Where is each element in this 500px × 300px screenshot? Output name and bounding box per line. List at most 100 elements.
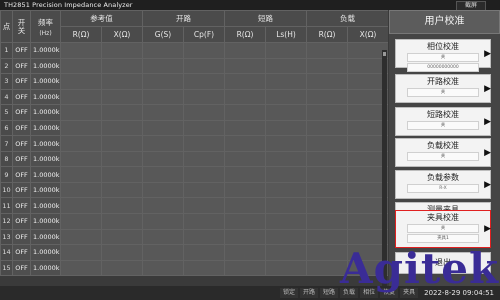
row-value-cell[interactable] xyxy=(60,104,102,121)
row-value-cell[interactable] xyxy=(265,57,307,75)
row-value-cell[interactable] xyxy=(101,197,143,215)
row-value-cell[interactable] xyxy=(265,42,307,59)
table-row[interactable]: 8 OFF 1.0000k xyxy=(0,150,388,168)
row-value-cell[interactable] xyxy=(265,197,307,215)
row-value-cell[interactable] xyxy=(142,73,184,90)
row-value-cell[interactable] xyxy=(224,181,266,199)
row-frequency[interactable]: 1.0000k xyxy=(30,181,61,199)
row-index[interactable]: 1 xyxy=(0,42,13,59)
row-switch[interactable]: OFF xyxy=(12,197,31,215)
row-value-cell[interactable] xyxy=(101,73,143,90)
row-frequency[interactable]: 1.0000k xyxy=(30,213,61,230)
row-value-cell[interactable] xyxy=(224,228,266,246)
phase-calibration-button[interactable]: 相位校准 关 00000000000 ▶ xyxy=(395,39,491,72)
status-short[interactable]: 短路 xyxy=(320,288,339,298)
row-frequency[interactable]: 1.0000k xyxy=(30,259,61,277)
row-value-cell[interactable] xyxy=(60,150,102,168)
row-value-cell[interactable] xyxy=(265,213,307,230)
row-value-cell[interactable] xyxy=(101,88,143,106)
row-value-cell[interactable] xyxy=(142,57,184,75)
row-value-cell[interactable] xyxy=(224,213,266,230)
row-index[interactable]: 11 xyxy=(0,197,13,215)
row-value-cell[interactable] xyxy=(306,213,348,230)
row-value-cell[interactable] xyxy=(183,244,225,261)
row-value-cell[interactable] xyxy=(101,119,143,137)
row-frequency[interactable]: 1.0000k xyxy=(30,119,61,137)
row-index[interactable]: 15 xyxy=(0,259,13,277)
row-value-cell[interactable] xyxy=(142,150,184,168)
row-value-cell[interactable] xyxy=(60,259,102,277)
row-value-cell[interactable] xyxy=(224,119,266,137)
table-row[interactable]: 10 OFF 1.0000k xyxy=(0,181,388,199)
row-value-cell[interactable] xyxy=(142,166,184,183)
row-index[interactable]: 8 xyxy=(0,150,13,168)
row-value-cell[interactable] xyxy=(224,197,266,215)
row-value-cell[interactable] xyxy=(306,150,348,168)
row-value-cell[interactable] xyxy=(142,119,184,137)
row-frequency[interactable]: 1.0000k xyxy=(30,150,61,168)
row-value-cell[interactable] xyxy=(60,135,102,152)
row-value-cell[interactable] xyxy=(183,73,225,90)
row-value-cell[interactable] xyxy=(306,104,348,121)
row-value-cell[interactable] xyxy=(265,104,307,121)
table-row[interactable]: 11 OFF 1.0000k xyxy=(0,197,388,215)
row-value-cell[interactable] xyxy=(142,181,184,199)
row-index[interactable]: 4 xyxy=(0,88,13,106)
table-row[interactable]: 12 OFF 1.0000k xyxy=(0,213,388,230)
row-index[interactable]: 6 xyxy=(0,119,13,137)
row-value-cell[interactable] xyxy=(265,181,307,199)
row-value-cell[interactable] xyxy=(142,244,184,261)
row-value-cell[interactable] xyxy=(101,135,143,152)
row-value-cell[interactable] xyxy=(265,228,307,246)
row-value-cell[interactable] xyxy=(60,88,102,106)
row-value-cell[interactable] xyxy=(60,73,102,90)
load-parameter-button[interactable]: 负载参数 R-X ▶ xyxy=(395,170,491,199)
row-switch[interactable]: OFF xyxy=(12,42,31,59)
row-value-cell[interactable] xyxy=(183,104,225,121)
row-value-cell[interactable] xyxy=(224,259,266,277)
row-index[interactable]: 10 xyxy=(0,181,13,199)
row-value-cell[interactable] xyxy=(142,88,184,106)
row-value-cell[interactable] xyxy=(183,119,225,137)
row-value-cell[interactable] xyxy=(183,259,225,277)
row-value-cell[interactable] xyxy=(224,135,266,152)
row-switch[interactable]: OFF xyxy=(12,135,31,152)
row-value-cell[interactable] xyxy=(101,150,143,168)
row-value-cell[interactable] xyxy=(101,42,143,59)
row-frequency[interactable]: 1.0000k xyxy=(30,73,61,90)
row-value-cell[interactable] xyxy=(183,135,225,152)
row-value-cell[interactable] xyxy=(224,57,266,75)
row-value-cell[interactable] xyxy=(142,259,184,277)
row-value-cell[interactable] xyxy=(265,88,307,106)
row-frequency[interactable]: 1.0000k xyxy=(30,88,61,106)
row-index[interactable]: 3 xyxy=(0,73,13,90)
row-value-cell[interactable] xyxy=(183,42,225,59)
row-value-cell[interactable] xyxy=(142,228,184,246)
row-value-cell[interactable] xyxy=(265,166,307,183)
row-value-cell[interactable] xyxy=(224,88,266,106)
table-row[interactable]: 9 OFF 1.0000k xyxy=(0,166,388,183)
row-value-cell[interactable] xyxy=(142,104,184,121)
row-value-cell[interactable] xyxy=(101,244,143,261)
row-value-cell[interactable] xyxy=(224,42,266,59)
row-switch[interactable]: OFF xyxy=(12,259,31,277)
table-row[interactable]: 15 OFF 1.0000k xyxy=(0,259,388,277)
row-value-cell[interactable] xyxy=(101,259,143,277)
row-switch[interactable]: OFF xyxy=(12,88,31,106)
row-value-cell[interactable] xyxy=(142,197,184,215)
row-value-cell[interactable] xyxy=(224,244,266,261)
row-switch[interactable]: OFF xyxy=(12,119,31,137)
row-value-cell[interactable] xyxy=(101,228,143,246)
row-value-cell[interactable] xyxy=(306,119,348,137)
table-row[interactable]: 7 OFF 1.0000k xyxy=(0,135,388,152)
table-row[interactable]: 13 OFF 1.0000k xyxy=(0,228,388,246)
row-value-cell[interactable] xyxy=(101,104,143,121)
row-switch[interactable]: OFF xyxy=(12,166,31,183)
row-value-cell[interactable] xyxy=(306,197,348,215)
row-value-cell[interactable] xyxy=(60,57,102,75)
table-row[interactable]: 3 OFF 1.0000k xyxy=(0,73,388,90)
row-frequency[interactable]: 1.0000k xyxy=(30,42,61,59)
row-index[interactable]: 12 xyxy=(0,213,13,230)
row-value-cell[interactable] xyxy=(142,135,184,152)
load-calibration-button[interactable]: 负载校准 关 ▶ xyxy=(395,138,491,167)
